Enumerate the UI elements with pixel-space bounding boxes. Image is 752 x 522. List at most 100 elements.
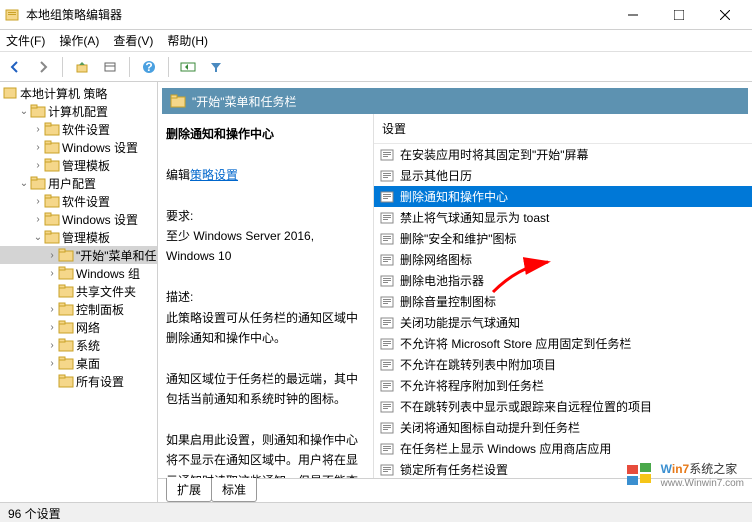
folder-icon [44,158,60,172]
setting-item[interactable]: 不允许在跳转列表中附加项目 [374,354,752,375]
tab-extended[interactable]: 扩展 [166,478,212,502]
setting-label: 关闭将通知图标自动提升到任务栏 [400,419,580,436]
settings-list[interactable]: 在安装应用时将其固定到"开始"屏幕显示其他日历删除通知和操作中心禁止将气球通知显… [374,144,752,478]
menu-action[interactable]: 操作(A) [59,32,99,49]
setting-icon [380,232,394,246]
settings-pane: 设置 在安装应用时将其固定到"开始"屏幕显示其他日历删除通知和操作中心禁止将气球… [373,114,752,478]
wm-brand2: in7 [672,462,689,476]
list-button[interactable] [99,56,121,78]
setting-icon [380,211,394,225]
tree-item[interactable]: ›控制面板 [0,300,157,318]
setting-label: 删除"安全和维护"图标 [400,230,517,247]
setting-item[interactable]: 删除"安全和维护"图标 [374,228,752,249]
tree-item-label: "开始"菜单和任 [76,247,157,264]
setting-item[interactable]: 禁止将气球通知显示为 toast [374,207,752,228]
expand-icon[interactable]: › [32,160,44,171]
tree-item[interactable]: ⌄ 计算机配置 [0,102,157,120]
tree-item[interactable]: ›Windows 设置 [0,138,157,156]
setting-icon [380,316,394,330]
setting-icon [380,190,394,204]
menu-view[interactable]: 查看(V) [113,32,153,49]
folder-icon [58,266,74,280]
setting-item[interactable]: 删除音量控制图标 [374,291,752,312]
setting-label: 在安装应用时将其固定到"开始"屏幕 [400,146,589,163]
setting-item[interactable]: 删除网络图标 [374,249,752,270]
expand-icon[interactable]: › [32,196,44,207]
action-button[interactable] [177,56,199,78]
tree-item[interactable]: › 软件设置 [0,120,157,138]
expand-icon[interactable]: ⌄ [18,178,30,189]
setting-item[interactable]: 删除电池指示器 [374,270,752,291]
expand-icon[interactable]: ⌄ [32,232,44,243]
svg-text:?: ? [145,60,152,74]
minimize-button[interactable] [610,0,656,30]
expand-icon[interactable]: › [46,304,58,315]
tree-root[interactable]: 本地计算机 策略 [0,84,157,102]
tree-item[interactable]: ›Windows 组 [0,264,157,282]
setting-item[interactable]: 在安装应用时将其固定到"开始"屏幕 [374,144,752,165]
close-button[interactable] [702,0,748,30]
forward-button[interactable] [32,56,54,78]
expand-icon[interactable]: › [32,142,44,153]
tree-item[interactable]: ›桌面 [0,354,157,372]
menu-file[interactable]: 文件(F) [6,32,45,49]
tree-item[interactable]: ›Windows 设置 [0,210,157,228]
setting-item[interactable]: 在任务栏上显示 Windows 应用商店应用 [374,438,752,459]
setting-label: 显示其他日历 [400,167,472,184]
expand-icon[interactable]: › [32,124,44,135]
folder-icon [30,176,46,190]
expand-icon[interactable]: › [32,214,44,225]
expand-icon[interactable]: › [46,322,58,333]
tree-item[interactable]: 所有设置 [0,372,157,390]
setting-label: 禁止将气球通知显示为 toast [400,209,549,226]
back-button[interactable] [4,56,26,78]
expand-icon[interactable]: › [46,268,58,279]
folder-icon [58,284,74,298]
setting-icon [380,274,394,288]
help-button[interactable]: ? [138,56,160,78]
folder-icon [58,302,74,316]
setting-icon [380,463,394,477]
toolbar: ? [0,52,752,82]
tree-item-label: 软件设置 [62,121,110,138]
setting-label: 关闭功能提示气球通知 [400,314,520,331]
setting-icon [380,400,394,414]
tree-item[interactable]: ›网络 [0,318,157,336]
tree-item[interactable]: ⌄管理模板 [0,228,157,246]
setting-item[interactable]: 关闭功能提示气球通知 [374,312,752,333]
tree-item-label: 计算机配置 [48,103,108,120]
tree-item-label: 用户配置 [48,175,96,192]
setting-item[interactable]: 不允许将 Microsoft Store 应用固定到任务栏 [374,333,752,354]
tree-item[interactable]: ⌄ 用户配置 [0,174,157,192]
setting-item[interactable]: 删除通知和操作中心 [374,186,752,207]
folder-icon [58,374,74,388]
folder-icon [58,248,74,262]
folder-icon [44,122,60,136]
setting-item[interactable]: 不在跳转列表中显示或跟踪来自远程位置的项目 [374,396,752,417]
setting-icon [380,253,394,267]
tab-standard[interactable]: 标准 [211,478,257,502]
app-icon [4,7,20,23]
up-button[interactable] [71,56,93,78]
tree-item[interactable]: › 系统 [0,336,157,354]
maximize-button[interactable] [656,0,702,30]
edit-policy-link[interactable]: 策略设置 [190,168,238,182]
wm-url: www.Winwin7.com [661,478,744,489]
tree-root-label: 本地计算机 策略 [20,85,107,102]
expand-icon[interactable]: ⌄ [18,106,30,117]
setting-item[interactable]: 显示其他日历 [374,165,752,186]
expand-icon[interactable]: › [46,340,58,351]
tree-item[interactable]: 共享文件夹 [0,282,157,300]
menu-help[interactable]: 帮助(H) [167,32,208,49]
expand-icon[interactable]: › [46,250,58,261]
expand-icon[interactable]: › [46,358,58,369]
tree-item[interactable]: ›管理模板 [0,156,157,174]
desc3: 如果启用此设置，则通知和操作中心将不显示在通知区域中。用户将在显示通知时读取这些… [166,433,358,478]
tree-item-label: 系统 [76,337,100,354]
filter-button[interactable] [205,56,227,78]
tree-item[interactable]: ›软件设置 [0,192,157,210]
tree-item[interactable]: › "开始"菜单和任 [0,246,157,264]
setting-item[interactable]: 不允许将程序附加到任务栏 [374,375,752,396]
setting-item[interactable]: 关闭将通知图标自动提升到任务栏 [374,417,752,438]
settings-header[interactable]: 设置 [374,114,752,144]
